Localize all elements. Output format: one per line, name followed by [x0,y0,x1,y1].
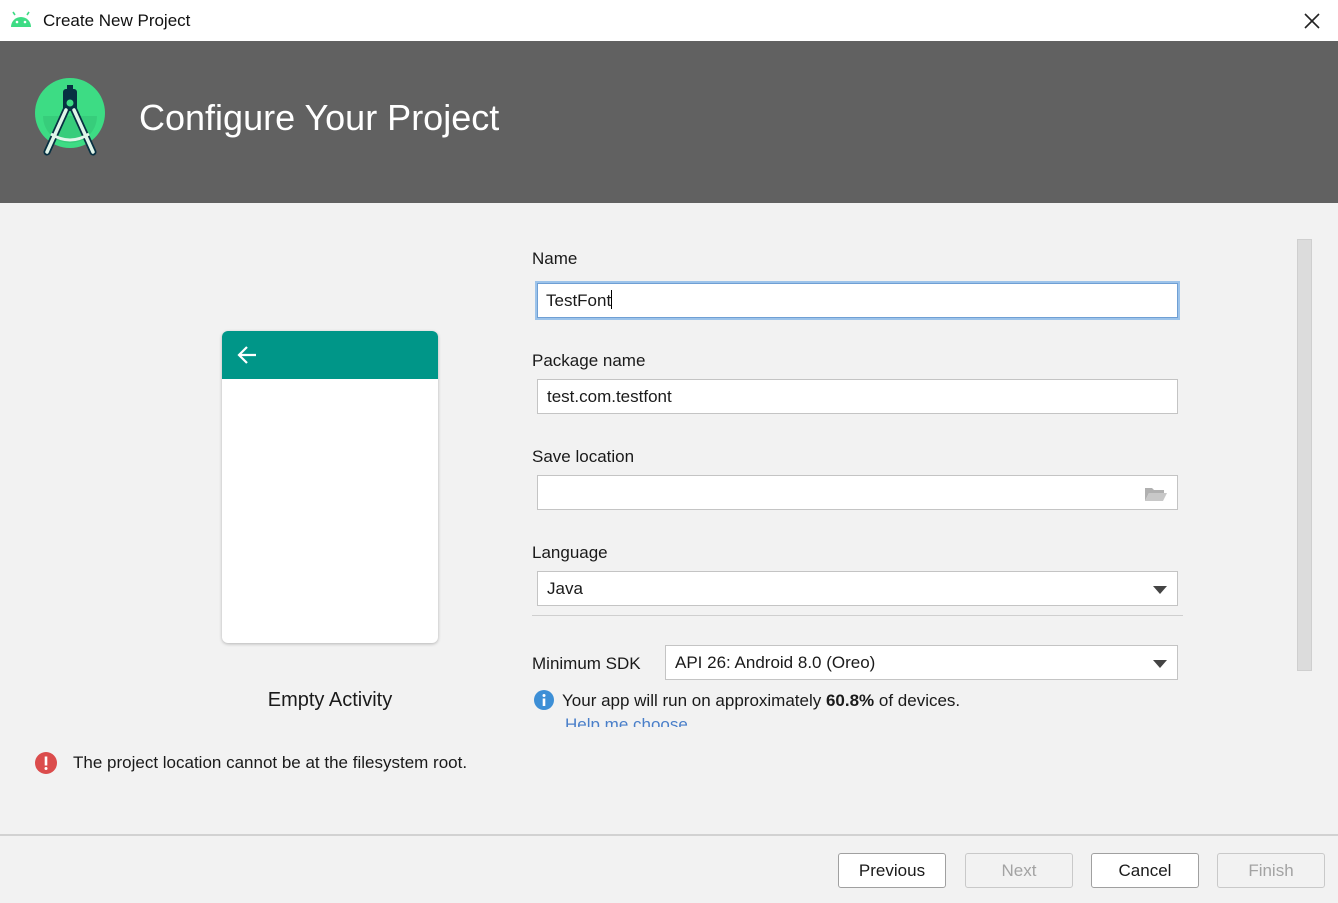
window-title: Create New Project [43,11,191,30]
close-icon[interactable] [1298,7,1326,35]
template-label: Empty Activity [267,689,393,711]
finish-button[interactable]: Finish [1217,853,1325,888]
sdk-info-suffix: of devices. [874,691,961,710]
sdk-info-prefix: Your app will run on approximately [562,691,826,710]
language-label: Language [532,543,608,562]
minimum-sdk-selected: API 26: Android 8.0 (Oreo) [675,653,876,672]
cancel-button[interactable]: Cancel [1091,853,1199,888]
minimum-sdk-label: Minimum SDK [532,654,641,673]
scrollbar[interactable] [1297,239,1312,671]
save-location-label: Save location [532,447,635,466]
folder-icon[interactable] [1144,485,1168,503]
language-select[interactable]: Java [537,571,1178,606]
header-banner: Configure Your Project [0,41,1338,203]
name-field-focus-ring [537,283,1178,318]
language-selected: Java [547,579,583,598]
minimum-sdk-select[interactable]: API 26: Android 8.0 (Oreo) [665,645,1178,680]
android-studio-logo [35,78,105,156]
page-title: Configure Your Project [139,97,500,138]
help-me-choose-link[interactable]: Help me choose [565,715,688,727]
previous-button[interactable]: Previous [838,853,946,888]
sdk-info-percent: 60.8% [825,691,875,710]
info-icon [534,690,554,710]
footer-divider [0,834,1338,836]
arrow-left-icon [237,346,256,364]
chevron-down-icon [1153,660,1167,668]
error-text: The project location cannot be at the fi… [73,753,468,772]
package-name-label: Package name [532,351,646,370]
title-bar: Create New Project [0,0,1338,41]
package-name-field[interactable]: test.com.testfont [537,379,1178,414]
sdk-info-text: Your app will run on approximately 60.8%… [562,691,960,711]
save-location-field[interactable] [537,475,1178,510]
chevron-down-icon [1153,586,1167,594]
name-label: Name [532,249,578,268]
android-icon [11,11,31,27]
package-name-value: test.com.testfont [547,387,672,406]
template-preview [222,331,438,643]
next-button[interactable]: Next [965,853,1073,888]
preview-appbar [222,331,438,379]
name-field[interactable]: TestFont [535,281,1180,320]
divider [532,615,1183,616]
error-icon [35,752,57,774]
